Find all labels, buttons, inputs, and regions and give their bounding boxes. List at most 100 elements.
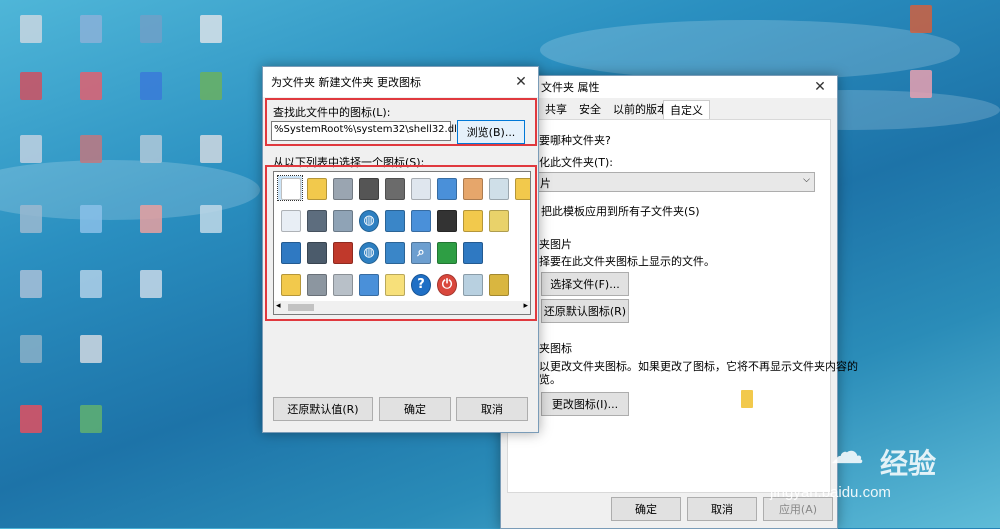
cancel-button[interactable]: 取消 <box>687 497 757 521</box>
desktop-icon[interactable] <box>80 15 102 43</box>
close-icon[interactable]: ✕ <box>811 78 829 96</box>
help-icon[interactable]: ? <box>408 272 432 296</box>
apply-template-checkbox-label[interactable]: 把此模板应用到所有子文件夹(S) <box>541 203 700 219</box>
dialog-title: 为文件夹 新建文件夹 更改图标 <box>271 76 421 89</box>
icon-list[interactable]: ◍ ◍ ⌕? ⏻ ◂ ▸ <box>273 171 531 315</box>
folder-icons-description: 以更改文件夹图标。如果更改了图标，它将不再显示文件夹内容的 <box>539 360 858 373</box>
desktop-icon[interactable] <box>200 205 222 233</box>
watermark-url: jingyan.baidu.com <box>770 484 891 501</box>
clock-file-icon[interactable] <box>408 176 432 200</box>
document-icon[interactable] <box>278 208 302 232</box>
desktop-icon[interactable] <box>200 135 222 163</box>
optimize-select[interactable]: 片 ⌵ <box>537 172 815 192</box>
ok-button[interactable]: 确定 <box>611 497 681 521</box>
desktop-icon[interactable] <box>200 15 222 43</box>
scroll-left-icon[interactable]: ◂ <box>276 301 281 311</box>
desktop-icon[interactable] <box>140 15 162 43</box>
network-icon[interactable] <box>382 208 406 232</box>
folder-preview-icon <box>741 390 753 408</box>
browse-button[interactable]: 浏览(B)... <box>457 120 525 144</box>
restore-default-button[interactable]: 还原默认值(R) <box>273 397 373 421</box>
desktop-icon[interactable] <box>200 72 222 100</box>
tab-customize[interactable]: 自定义 <box>663 100 710 119</box>
tab-security[interactable]: 安全 <box>573 100 607 118</box>
globe-icon[interactable]: ◍ <box>356 208 380 232</box>
desktop-icon[interactable] <box>80 270 102 298</box>
dialog-titlebar[interactable]: 为文件夹 新建文件夹 更改图标 ✕ <box>263 67 538 97</box>
cd-drive-icon[interactable] <box>304 272 328 296</box>
sticky-note-icon[interactable] <box>382 272 406 296</box>
folder-partial-icon[interactable] <box>512 176 530 200</box>
desktop-icon[interactable] <box>80 335 102 363</box>
horizontal-scrollbar[interactable]: ◂ ▸ <box>274 301 530 314</box>
printer-icon[interactable] <box>382 176 406 200</box>
change-icon-dialog[interactable]: 为文件夹 新建文件夹 更改图标 ✕ 查找此文件中的图标(L): %SystemR… <box>262 66 539 433</box>
section-folder-pictures: 夹图片 <box>539 238 572 251</box>
restore-default-icon-button[interactable]: 还原默认图标(R) <box>541 299 629 323</box>
desktop-icon[interactable] <box>80 405 102 433</box>
blank-file-icon[interactable] <box>277 175 303 201</box>
drive-icon[interactable] <box>330 176 354 200</box>
desktop-icon[interactable] <box>20 135 42 163</box>
optimize-label: 化此文件夹(T): <box>539 156 614 169</box>
desktop-icon[interactable] <box>140 135 162 163</box>
optimize-select-value: 片 <box>540 177 551 190</box>
section-folder-type: 要哪种文件夹? <box>539 134 611 147</box>
paw-icon: ☁ <box>830 432 864 472</box>
monitor-blue-icon[interactable] <box>460 240 484 264</box>
desktop-icon[interactable] <box>20 335 42 363</box>
desktop-icon[interactable] <box>910 5 932 33</box>
shortcut-icon[interactable] <box>434 208 458 232</box>
scroll-right-icon[interactable]: ▸ <box>523 301 528 311</box>
watermark-brand: Bai <box>770 440 817 473</box>
network-disconnect-icon[interactable] <box>330 240 354 264</box>
change-icon-button[interactable]: 更改图标(I)... <box>541 392 629 416</box>
ok-button[interactable]: 确定 <box>379 397 451 421</box>
properties-title: 文件夹 属性 <box>541 81 600 94</box>
green-arrow-icon[interactable] <box>434 240 458 264</box>
desktop-icon[interactable] <box>20 72 42 100</box>
tab-sharing[interactable]: 共享 <box>539 100 573 118</box>
desktop-icon[interactable] <box>20 205 42 233</box>
find-icon-label: 查找此文件中的图标(L): <box>273 106 391 119</box>
dvd-icon[interactable] <box>330 272 354 296</box>
desktop-icon[interactable] <box>140 72 162 100</box>
choose-file-button[interactable]: 选择文件(F)... <box>541 272 629 296</box>
folder-search-icon[interactable] <box>460 208 484 232</box>
desktop-icon[interactable] <box>20 15 42 43</box>
desktop-icon[interactable] <box>140 270 162 298</box>
icon-path-input[interactable]: %SystemRoot%\system32\shell32.dll <box>271 121 460 141</box>
desktop-icon[interactable] <box>20 405 42 433</box>
folder-tools-icon[interactable] <box>486 272 510 296</box>
globe-network-icon[interactable]: ◍ <box>356 240 380 264</box>
folder-pictures-description: 择要在此文件夹图标上显示的文件。 <box>539 255 715 268</box>
network-drive-icon[interactable] <box>330 208 354 232</box>
desktop-icon[interactable] <box>20 270 42 298</box>
recycle-full-icon[interactable] <box>460 272 484 296</box>
desktop-icon[interactable] <box>910 70 932 98</box>
folder-open-icon[interactable] <box>486 208 510 232</box>
server-icon[interactable] <box>304 208 328 232</box>
close-icon[interactable]: ✕ <box>512 73 530 91</box>
chip-icon[interactable] <box>356 176 380 200</box>
window-icon[interactable] <box>278 240 302 264</box>
connection-icon[interactable] <box>382 240 406 264</box>
magnifier-icon[interactable]: ⌕ <box>408 240 432 264</box>
desktop-icon[interactable] <box>80 72 102 100</box>
desktop-icon[interactable] <box>140 205 162 233</box>
folder-icon[interactable] <box>304 176 328 200</box>
desktop-icon[interactable] <box>80 135 102 163</box>
laptop-icon[interactable] <box>356 272 380 296</box>
floppy-icon[interactable] <box>304 240 328 264</box>
folder-icons-description-cont: 览。 <box>539 373 561 386</box>
monitor-window-icon[interactable] <box>434 176 458 200</box>
hand-icon[interactable] <box>460 176 484 200</box>
power-icon[interactable]: ⏻ <box>434 272 458 296</box>
properties-titlebar[interactable]: 文件夹 属性 ✕ <box>501 76 837 98</box>
folder-yellow-icon[interactable] <box>278 272 302 296</box>
scroll-thumb[interactable] <box>288 304 314 311</box>
control-panel-icon[interactable] <box>408 208 432 232</box>
desktop-icon[interactable] <box>80 205 102 233</box>
cancel-button[interactable]: 取消 <box>456 397 528 421</box>
recycle-bin-icon[interactable] <box>486 176 510 200</box>
